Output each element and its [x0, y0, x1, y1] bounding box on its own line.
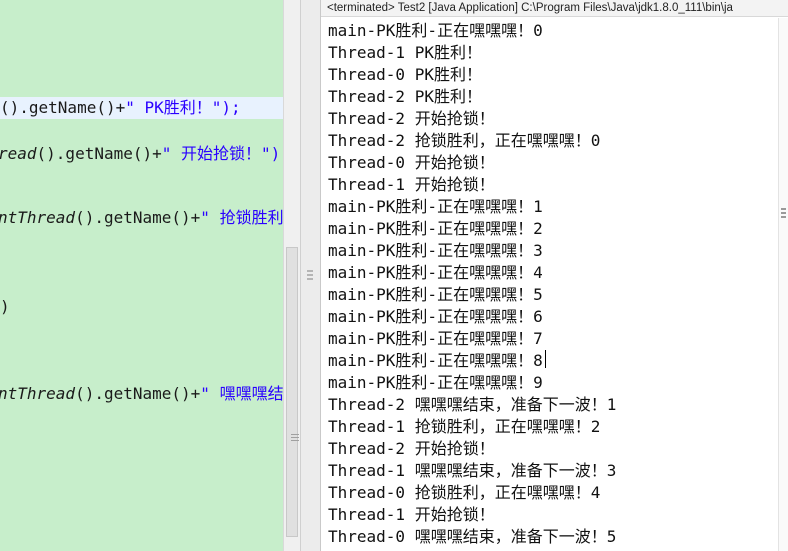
- code-line-2[interactable]: read().getName()+" 开始抢锁！"): [0, 143, 280, 165]
- console-line: Thread-2 嘿嘿嘿结束，准备下一波！1: [328, 395, 617, 414]
- console-line: main-PK胜利-正在嘿嘿嘿！0: [328, 21, 543, 40]
- code-text: ): [0, 297, 10, 316]
- code-string: " 抢锁胜利: [200, 208, 283, 227]
- code-string: " PK胜利！");: [125, 98, 241, 117]
- console-line: main-PK胜利-正在嘿嘿嘿！9: [328, 373, 543, 392]
- console-line: Thread-0 嘿嘿嘿结束，准备下一波！5: [328, 527, 617, 546]
- code-method: ntThread: [0, 208, 76, 227]
- console-line: main-PK胜利-正在嘿嘿嘿！6: [328, 307, 543, 326]
- console-line: main-PK胜利-正在嘿嘿嘿！4: [328, 263, 543, 282]
- console-line: main-PK胜利-正在嘿嘿嘿！7: [328, 329, 543, 348]
- console-line: Thread-0 PK胜利！: [328, 65, 482, 84]
- console-line: Thread-1 PK胜利！: [328, 43, 482, 62]
- text-caret: [545, 350, 546, 368]
- code-string: " 开始抢锁！"): [161, 144, 281, 163]
- code-method: ntThread: [0, 384, 76, 403]
- grip-line: [291, 437, 299, 438]
- splitter-grip: [307, 278, 313, 280]
- console-line: Thread-0 抢锁胜利，正在嘿嘿嘿！4: [328, 483, 601, 502]
- console-line: main-PK胜利-正在嘿嘿嘿！2: [328, 219, 543, 238]
- console-line: Thread-2 开始抢锁！: [328, 439, 495, 458]
- console-line: main-PK胜利-正在嘿嘿嘿！5: [328, 285, 543, 304]
- code-line-1[interactable]: ().getName()+" PK胜利！");: [0, 97, 283, 119]
- code-line-4[interactable]: ): [0, 296, 10, 318]
- code-text: ().getName()+: [36, 144, 162, 163]
- scroll-grip: [781, 208, 786, 210]
- code-text: ().getName()+: [75, 384, 201, 403]
- console-header: <terminated> Test2 [Java Application] C:…: [321, 0, 788, 17]
- code-method: read: [0, 144, 37, 163]
- scroll-grip: [781, 212, 786, 214]
- grip-line: [291, 440, 299, 441]
- pane-splitter[interactable]: [300, 0, 320, 551]
- code-string: " 嘿嘿嘿结: [200, 384, 283, 403]
- console-line: Thread-1 开始抢锁！: [328, 505, 495, 524]
- console-line: Thread-1 抢锁胜利，正在嘿嘿嘿！2: [328, 417, 601, 436]
- console-output[interactable]: main-PK胜利-正在嘿嘿嘿！0 Thread-1 PK胜利！ Thread-…: [328, 20, 778, 548]
- console-vertical-scrollbar[interactable]: [778, 18, 788, 551]
- console-line: main-PK胜利-正在嘿嘿嘿！8: [328, 351, 543, 370]
- code-editor[interactable]: ().getName()+" PK胜利！"); read().getName()…: [0, 0, 283, 551]
- code-text: ().getName()+: [75, 208, 201, 227]
- editor-scroll-thumb[interactable]: [286, 247, 299, 537]
- splitter-grip: [307, 274, 313, 276]
- code-line-3[interactable]: ntThread().getName()+" 抢锁胜利: [0, 207, 283, 229]
- console-line: Thread-0 开始抢锁！: [328, 153, 495, 172]
- console-line: Thread-1 开始抢锁！: [328, 175, 495, 194]
- console-line: main-PK胜利-正在嘿嘿嘿！3: [328, 241, 543, 260]
- console-line: Thread-2 抢锁胜利，正在嘿嘿嘿！0: [328, 131, 601, 150]
- console-line: Thread-1 嘿嘿嘿结束，准备下一波！3: [328, 461, 617, 480]
- grip-line: [291, 434, 299, 435]
- console-line: Thread-2 开始抢锁！: [328, 109, 495, 128]
- scroll-grip: [781, 216, 786, 218]
- editor-vertical-scrollbar[interactable]: [283, 0, 300, 551]
- code-line-5[interactable]: ntThread().getName()+" 嘿嘿嘿结: [0, 383, 283, 405]
- console-line: main-PK胜利-正在嘿嘿嘿！1: [328, 197, 543, 216]
- splitter-grip: [307, 270, 313, 272]
- code-text: ().getName()+: [0, 98, 126, 117]
- console-view[interactable]: <terminated> Test2 [Java Application] C:…: [320, 0, 788, 551]
- console-line: Thread-2 PK胜利！: [328, 87, 482, 106]
